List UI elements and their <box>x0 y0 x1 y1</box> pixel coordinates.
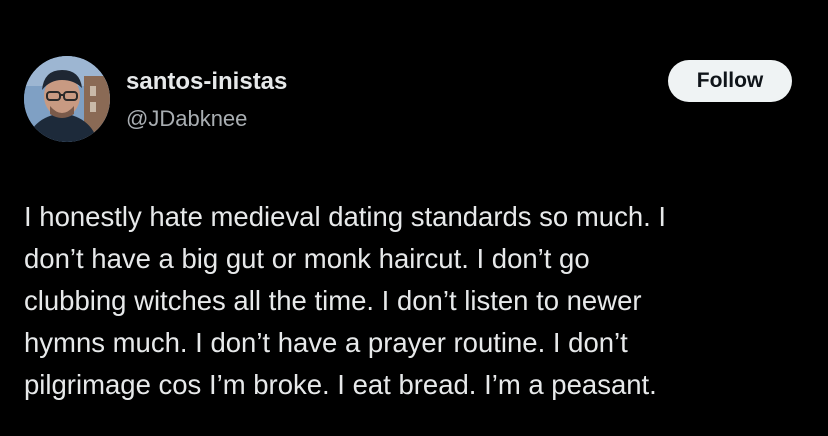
tweet-text-line: hymns much. I don’t have a prayer routin… <box>24 327 628 358</box>
tweet-text-line: clubbing witches all the time. I don’t l… <box>24 285 642 316</box>
tweet-text-line: I honestly hate medieval dating standard… <box>24 201 667 232</box>
avatar[interactable] <box>24 56 110 142</box>
author-display-name[interactable]: santos-inistas <box>126 68 287 96</box>
tweet-text-line: pilgrimage cos I’m broke. I eat bread. I… <box>24 369 657 400</box>
user-avatar-photo-icon <box>24 56 110 142</box>
tweet-text-line: don’t have a big gut or monk haircut. I … <box>24 243 590 274</box>
tweet-text: I honestly hate medieval dating standard… <box>24 196 814 406</box>
author-handle[interactable]: @JDabknee <box>126 106 247 132</box>
tweet-card: santos-inistas @JDabknee Follow I honest… <box>0 0 828 436</box>
follow-button[interactable]: Follow <box>668 60 792 102</box>
